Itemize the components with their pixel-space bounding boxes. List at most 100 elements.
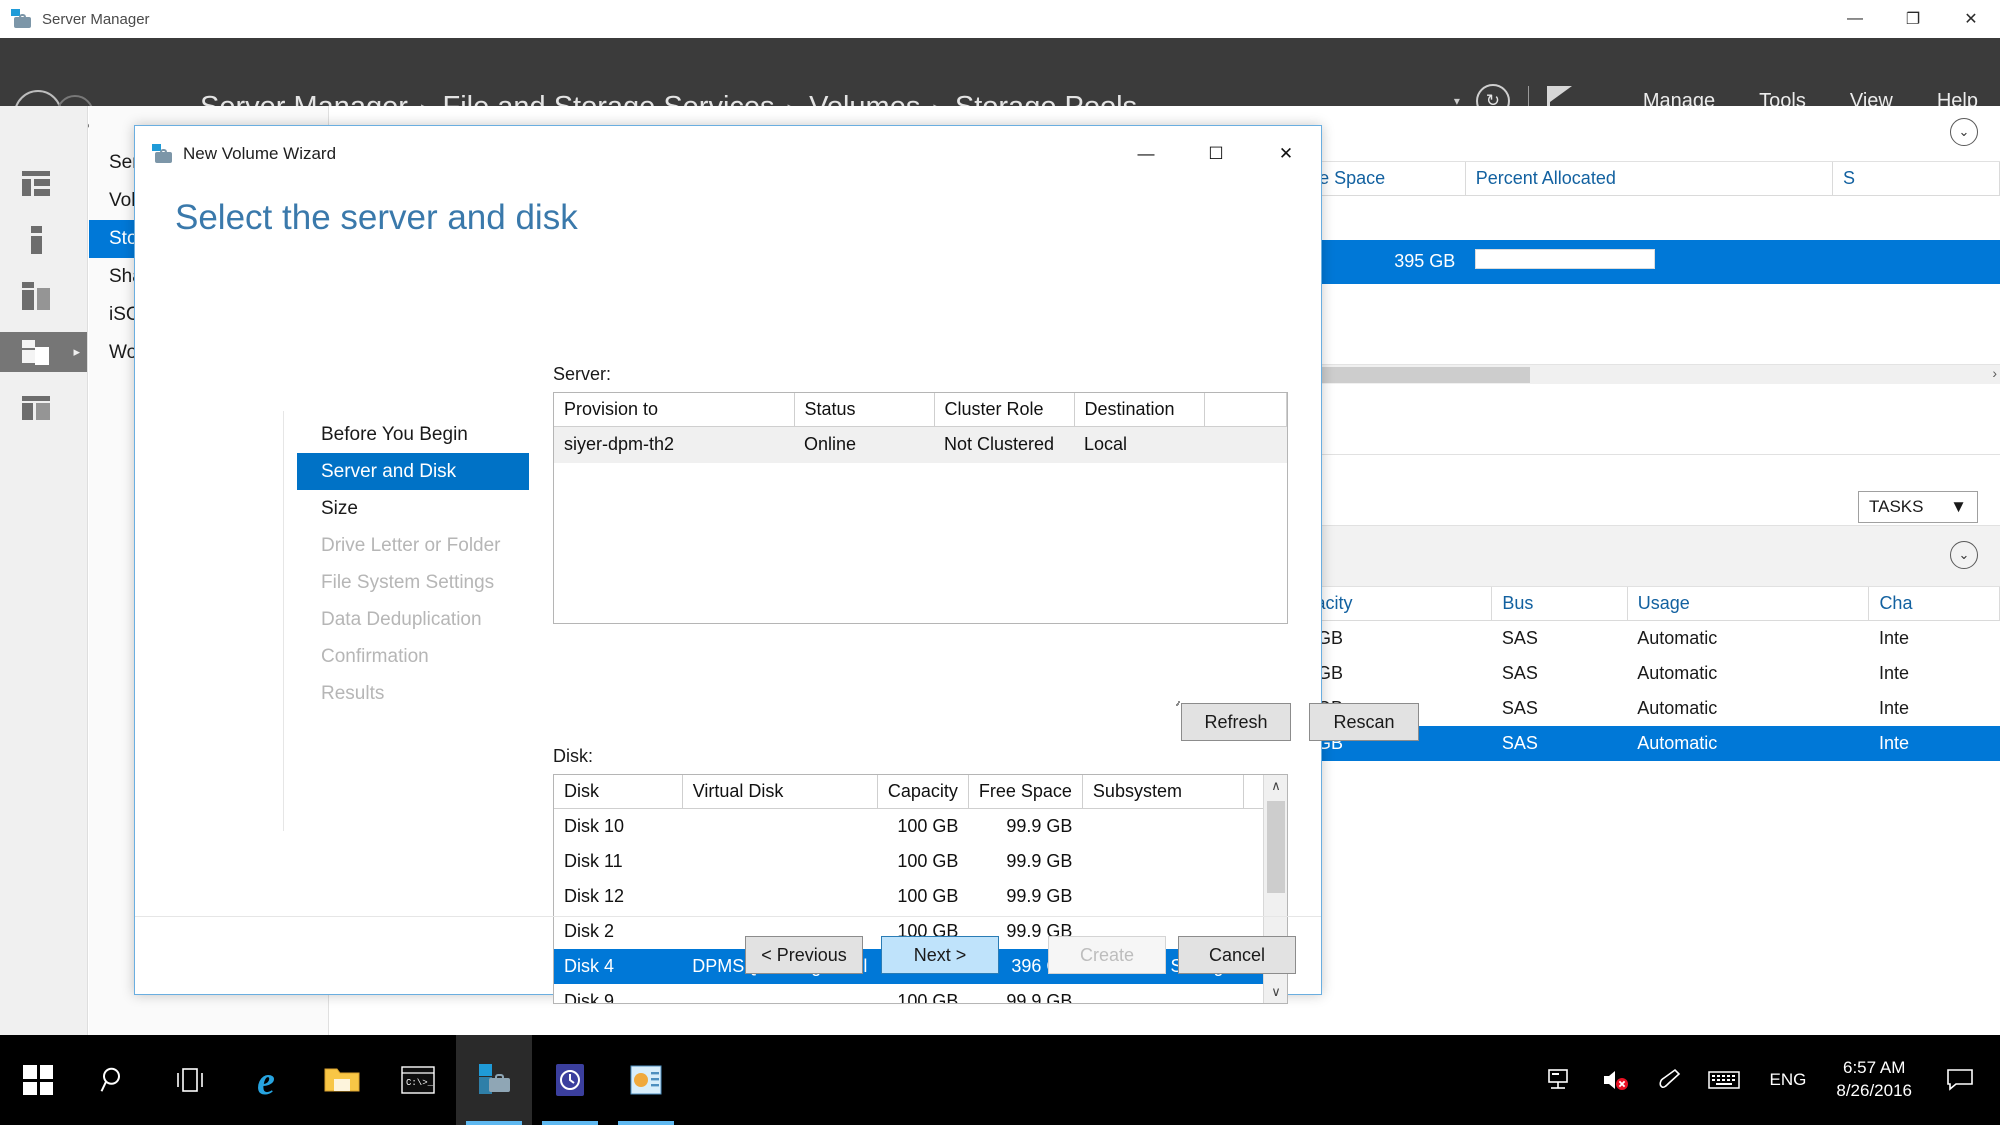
table-row[interactable]: Disk 10 100 GB 99.9 GB	[554, 809, 1265, 845]
previous-button[interactable]: < Previous	[745, 936, 863, 974]
col-cluster-role[interactable]: Cluster Role	[934, 393, 1075, 427]
scroll-right-icon[interactable]: ›	[1992, 365, 1997, 381]
cell-chassis: Inte	[1878, 697, 1909, 718]
window-title: Server Manager	[42, 10, 150, 28]
wizard-step-server-and-disk[interactable]: Server and Disk	[297, 453, 529, 490]
table-row[interactable]: siyer-dpm-th2 Online Not Clustered Local	[554, 426, 1287, 463]
wizard-step-results: Results	[321, 683, 385, 704]
cell-capacity: 100 GB	[897, 886, 959, 906]
language-indicator[interactable]: ENG	[1770, 1070, 1807, 1090]
dialog-close-button[interactable]: ✕	[1251, 126, 1321, 182]
scroll-up-icon[interactable]: ∧	[1264, 775, 1287, 797]
col-usage[interactable]: Usage	[1627, 586, 1870, 621]
sidebar-item-local-server[interactable]	[0, 220, 87, 260]
wizard-step-size[interactable]: Size	[297, 490, 529, 527]
col-destination[interactable]: Destination	[1074, 393, 1205, 427]
wizard-step-before-you-begin[interactable]: Before You Begin	[297, 416, 529, 453]
page-title: Select the server and disk	[175, 198, 578, 237]
cell-subsystem	[1082, 844, 1243, 879]
cell-subsystem	[1082, 809, 1243, 845]
wizard-step-data-deduplication: Data Deduplication	[321, 609, 482, 630]
wizard-toolbox-icon	[151, 143, 173, 165]
collapse-panel-icon[interactable]: ⌄	[1950, 540, 1978, 569]
col-spacer[interactable]	[1204, 393, 1287, 427]
system-tray: ENG 6:57 AM 8/26/2016	[1522, 1035, 2000, 1125]
clock[interactable]: 6:57 AM 8/26/2016	[1836, 1057, 1912, 1103]
svg-text:C:\>_: C:\>_	[406, 1078, 434, 1088]
sidebar-item-file-and-storage-services[interactable]: ▸	[0, 332, 87, 372]
cell-percent	[1465, 196, 1832, 240]
command-prompt-button[interactable]: C:\>_	[380, 1035, 456, 1125]
tasks-button[interactable]: TASKS ▼	[1858, 490, 1978, 523]
maximize-button[interactable]: ❐	[1884, 0, 1942, 38]
cell-status	[1832, 239, 2000, 284]
internet-explorer-icon: e	[257, 1057, 275, 1103]
start-button[interactable]	[0, 1035, 76, 1125]
col-virtual-disk[interactable]: Virtual Disk	[682, 775, 878, 809]
cell-capacity: 100 GB	[897, 851, 959, 871]
local-server-icon	[22, 226, 50, 254]
col-bus[interactable]: Bus	[1491, 586, 1628, 621]
server-manager-icon	[10, 8, 32, 30]
table-row[interactable]: Disk 12 100 GB 99.9 GB	[554, 879, 1265, 914]
close-button[interactable]: ✕	[1942, 0, 2000, 38]
cell-virtual-disk	[682, 844, 877, 879]
pen-icon[interactable]	[1656, 1067, 1682, 1093]
backup-app-taskbar-button[interactable]	[532, 1035, 608, 1125]
spacer4	[1177, 703, 1179, 705]
col-provision-to[interactable]: Provision to	[554, 393, 795, 427]
refresh-button[interactable]: Refresh	[1181, 703, 1291, 741]
file-explorer-button[interactable]	[304, 1035, 380, 1125]
navigation-ribbon: ← → ▾ Server Manager ▸ File and Storage …	[0, 38, 2000, 138]
server-list-box[interactable]: Provision to Status Cluster Role Destina…	[553, 392, 1288, 624]
col-disk[interactable]: Disk	[554, 775, 683, 809]
sidebar-item-all-servers[interactable]	[0, 276, 87, 316]
dialog-maximize-button[interactable]: ☐	[1181, 126, 1251, 182]
server-section: Server:	[553, 364, 1288, 385]
col-capacity[interactable]: Capacity	[877, 775, 969, 809]
rescan-button[interactable]: Rescan	[1309, 703, 1419, 741]
network-icon[interactable]	[1547, 1068, 1576, 1092]
tasks-label: TASKS	[1869, 496, 1924, 516]
cell-spacer	[1244, 879, 1265, 914]
taskbar: e C:\>_ ENG 6:57 AM 8/26/2016	[0, 1035, 2000, 1125]
cell-disk: Disk 11	[564, 851, 623, 871]
next-button[interactable]: Next >	[881, 936, 999, 974]
cell-bus: SAS	[1501, 697, 1538, 718]
cell-usage: Automatic	[1627, 725, 1869, 761]
col-chassis[interactable]: Cha	[1868, 586, 2000, 621]
all-servers-icon	[22, 282, 50, 310]
col-percent-allocated[interactable]: Percent Allocated	[1465, 162, 1834, 196]
col-subsystem[interactable]: Subsystem	[1082, 775, 1245, 809]
cell-virtual-disk	[682, 879, 877, 914]
col-spacer[interactable]	[1243, 775, 1265, 809]
col-free-space[interactable]: Free Space	[968, 775, 1083, 809]
cell-bus: SAS	[1491, 725, 1628, 761]
keyboard-icon[interactable]	[1707, 1069, 1740, 1091]
clock-time: 6:57 AM	[1842, 1058, 1906, 1078]
task-view-button[interactable]	[152, 1035, 228, 1125]
server-manager-taskbar-button[interactable]	[456, 1035, 532, 1125]
collapse-panel-icon[interactable]: ⌄	[1950, 118, 1978, 146]
cell-subsystem	[1082, 879, 1243, 914]
dpm-console-taskbar-button[interactable]	[608, 1035, 684, 1125]
volume-muted-icon[interactable]	[1602, 1068, 1630, 1092]
scrollbar-thumb[interactable]	[1267, 801, 1285, 893]
minimize-button[interactable]: —	[1826, 0, 1884, 38]
clock-date: 8/26/2016	[1836, 1081, 1912, 1100]
dialog-window-controls: — ☐ ✕	[1111, 126, 1321, 182]
sidebar-item-dashboard[interactable]	[0, 164, 87, 204]
cancel-button[interactable]: Cancel	[1178, 936, 1296, 974]
cell-capacity: 100 GB	[897, 816, 959, 836]
taskbar-search-button[interactable]	[76, 1035, 152, 1125]
sidebar-item-role[interactable]	[0, 388, 87, 428]
internet-explorer-button[interactable]: e	[228, 1035, 304, 1125]
server-manager-icon	[477, 1064, 511, 1096]
dialog-minimize-button[interactable]: —	[1111, 126, 1181, 182]
table-row[interactable]: Disk 11 100 GB 99.9 GB	[554, 844, 1265, 879]
cell-spacer	[1244, 809, 1265, 845]
col-status[interactable]: S	[1832, 162, 2000, 196]
action-center-icon[interactable]	[1946, 1068, 1974, 1092]
cell-chassis: Inte	[1878, 627, 1909, 648]
col-status[interactable]: Status	[794, 393, 935, 427]
